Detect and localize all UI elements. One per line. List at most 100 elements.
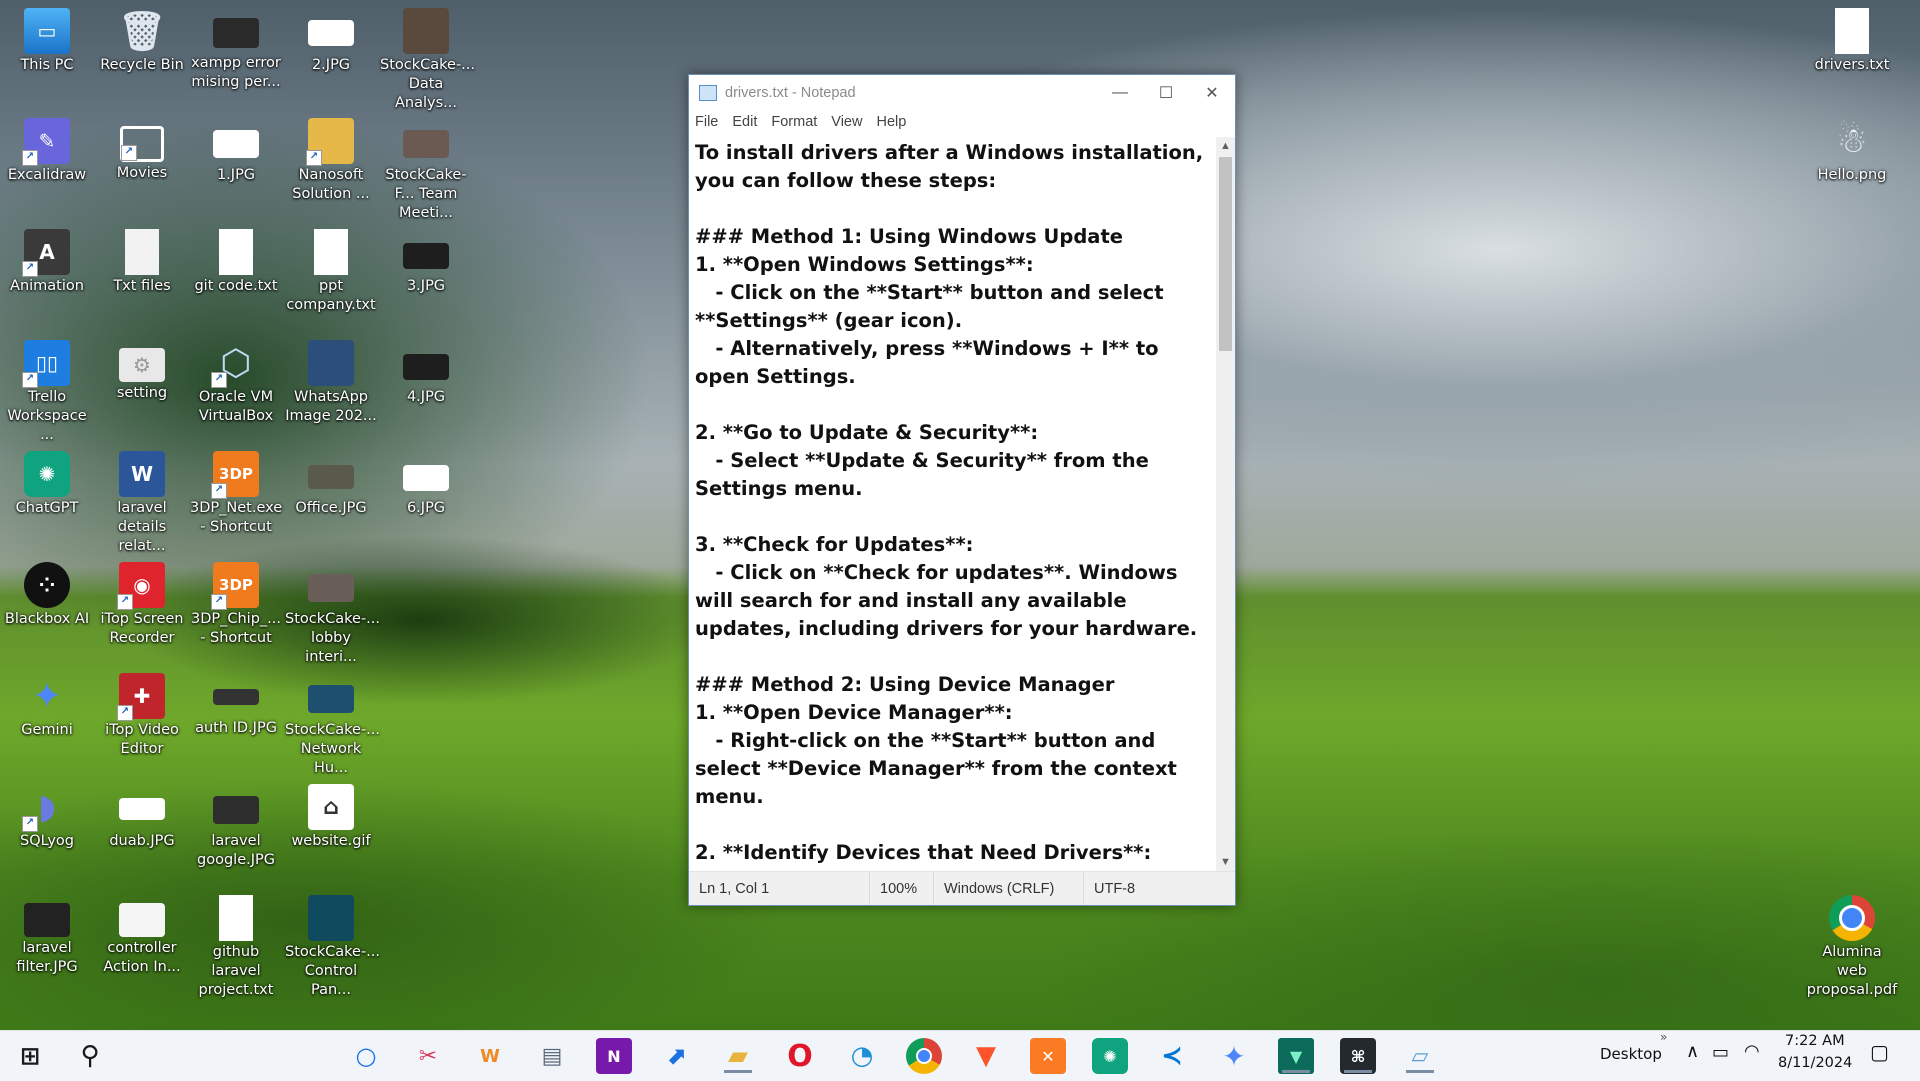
clock-date[interactable]: 8/11/2024 bbox=[1778, 1055, 1852, 1071]
desktop-icon-xampp-error[interactable]: xampp error mising per... bbox=[190, 8, 282, 92]
desktop-icon-auth-id[interactable]: auth ID.JPG bbox=[190, 673, 282, 738]
icon-label: Excalidraw bbox=[7, 167, 87, 183]
desktop-icon-excalidraw[interactable]: ✎ ↗ Excalidraw bbox=[1, 118, 93, 185]
desktop-icon-nanosoft[interactable]: ↗ Nanosoft Solution ... bbox=[285, 118, 377, 204]
toolbar-overflow-chevron[interactable]: » bbox=[1660, 1030, 1667, 1044]
desktop-icon-ppt-company[interactable]: ppt company.txt bbox=[285, 229, 377, 315]
desktop-icon-this-pc[interactable]: ▭ This PC bbox=[1, 8, 93, 75]
text-editor[interactable]: To install drivers after a Windows insta… bbox=[689, 137, 1216, 871]
desktop-icon-itop-video[interactable]: ✚ ↗ iTop Video Editor bbox=[96, 673, 188, 759]
desktop-icon-network-hub[interactable]: StockCake-... Network Hu... bbox=[285, 673, 380, 778]
sqlyog-icon: ◗ ↗ bbox=[22, 784, 70, 832]
desktop-toolbar-label[interactable]: Desktop bbox=[1600, 1045, 1662, 1063]
photos-icon[interactable]: ▤ bbox=[534, 1038, 570, 1074]
chatgpt-taskbar-icon[interactable]: ✺ bbox=[1092, 1038, 1128, 1074]
edge-icon[interactable]: ◔ bbox=[844, 1038, 880, 1074]
desktop-icon-2jpg[interactable]: 2.JPG bbox=[285, 8, 377, 75]
brave-icon[interactable]: ▼ bbox=[968, 1038, 1004, 1074]
menu-view[interactable]: View bbox=[825, 114, 870, 130]
desktop-icon-4jpg[interactable]: 4.JPG bbox=[380, 340, 472, 407]
desktop-icon-data-analysis[interactable]: StockCake-... Data Analys... bbox=[380, 8, 475, 113]
vertical-scrollbar[interactable]: ▲ ▼ bbox=[1216, 137, 1235, 871]
menu-help[interactable]: Help bbox=[870, 114, 914, 130]
desktop-icon-laravel-google[interactable]: laravel google.JPG bbox=[190, 784, 282, 870]
status-zoom: 100% bbox=[869, 872, 933, 905]
desktop-icon-virtualbox[interactable]: ⬡ ↗ Oracle VM VirtualBox bbox=[190, 340, 282, 426]
title-bar[interactable]: drivers.txt - Notepad — ☐ ✕ bbox=[689, 75, 1235, 111]
image-file-icon bbox=[213, 689, 259, 705]
file-explorer-icon[interactable]: ▰ bbox=[720, 1038, 756, 1074]
desktop-icon-3jpg[interactable]: 3.JPG bbox=[380, 229, 472, 296]
image-file-icon bbox=[403, 354, 449, 380]
menu-edit[interactable]: Edit bbox=[726, 114, 765, 130]
close-button[interactable]: ✕ bbox=[1189, 75, 1235, 111]
notepad-app-icon bbox=[699, 85, 717, 101]
desktop-icon-gemini[interactable]: ✦ Gemini bbox=[1, 673, 93, 740]
notepad-taskbar-icon[interactable]: ▱ bbox=[1402, 1038, 1438, 1074]
desktop-icon-hello-png[interactable]: ☃ Hello.png bbox=[1806, 118, 1898, 185]
desktop-icon-txt-files[interactable]: Txt files bbox=[96, 229, 188, 296]
desktop-icon-controller[interactable]: controller Action In... bbox=[96, 895, 188, 977]
desktop-icon-github-laravel[interactable]: github laravel project.txt bbox=[190, 895, 282, 1000]
desktop-icon-setting[interactable]: ⚙ setting bbox=[96, 340, 188, 403]
image-file-icon bbox=[119, 798, 165, 820]
desktop-icon-lobby[interactable]: StockCake-... lobby interi... bbox=[285, 562, 380, 667]
desktop-icon-sqlyog[interactable]: ◗ ↗ SQLyog bbox=[1, 784, 93, 851]
menu-file[interactable]: File bbox=[689, 114, 726, 130]
windows-start-icon[interactable]: ⊞ bbox=[12, 1038, 48, 1074]
wps-office-icon[interactable]: W bbox=[472, 1038, 508, 1074]
desktop-icon-control-panel[interactable]: StockCake-... Control Pan... bbox=[285, 895, 380, 1000]
maximize-button[interactable]: ☐ bbox=[1143, 75, 1189, 111]
desktop-icon-website-gif[interactable]: ⌂ website.gif bbox=[285, 784, 377, 851]
desktop-icon-recycle-bin[interactable]: 🗑 Recycle Bin bbox=[96, 8, 188, 75]
gemini-taskbar-icon[interactable]: ✦ bbox=[1216, 1038, 1252, 1074]
notification-center-icon[interactable]: ▢ bbox=[1870, 1040, 1889, 1064]
text-file-icon bbox=[1835, 8, 1869, 54]
desktop-icon-3dp-net[interactable]: 3DP ↗ 3DP_Net.exe - Shortcut bbox=[190, 451, 282, 537]
desktop-icon-drivers-txt[interactable]: drivers.txt bbox=[1806, 8, 1898, 75]
desktop-icon-3dp-chip[interactable]: 3DP ↗ 3DP_Chip_... - Shortcut bbox=[190, 562, 282, 648]
desktop-icon-trello[interactable]: ▯▯ ↗ Trello Workspace ... bbox=[1, 340, 93, 445]
onenote-icon[interactable]: N bbox=[596, 1038, 632, 1074]
desktop-icon-blackbox[interactable]: ⁘ Blackbox AI bbox=[1, 562, 93, 629]
desktop-icon-alumina-pdf[interactable]: Alumina web proposal.pdf bbox=[1806, 895, 1898, 1000]
jira-icon[interactable]: ⬈ bbox=[658, 1038, 694, 1074]
status-encoding: UTF-8 bbox=[1083, 872, 1233, 905]
desktop-icon-duab[interactable]: duab.JPG bbox=[96, 784, 188, 851]
desktop-icon-office[interactable]: Office.JPG bbox=[285, 451, 377, 518]
vscode-icon[interactable]: ≺ bbox=[1154, 1038, 1190, 1074]
battery-icon[interactable]: ▭ bbox=[1712, 1042, 1729, 1063]
scroll-up-arrow-icon[interactable]: ▲ bbox=[1216, 137, 1235, 155]
notepad-window[interactable]: drivers.txt - Notepad — ☐ ✕ File Edit Fo… bbox=[688, 74, 1236, 906]
desktop-icon-6jpg[interactable]: 6.JPG bbox=[380, 451, 472, 518]
github-desktop-icon[interactable]: ⌘ bbox=[1340, 1038, 1376, 1074]
desktop-icon-laravel-filter[interactable]: laravel filter.JPG bbox=[1, 895, 93, 977]
itop-recorder-icon: ◉ ↗ bbox=[117, 562, 165, 610]
hidden-icons-chevron-icon[interactable]: ∧ bbox=[1686, 1041, 1699, 1062]
search-icon[interactable]: ⚲ bbox=[72, 1038, 108, 1074]
chrome-icon[interactable] bbox=[906, 1038, 942, 1074]
clock-time[interactable]: 7:22 AM bbox=[1785, 1033, 1845, 1049]
icon-label: ChatGPT bbox=[15, 500, 79, 516]
scroll-down-arrow-icon[interactable]: ▼ bbox=[1216, 853, 1235, 871]
menu-format[interactable]: Format bbox=[765, 114, 825, 130]
desktop-icon-team-meeting[interactable]: StockCake-F... Team Meeti... bbox=[380, 118, 472, 223]
desktop-icon-whatsapp-image[interactable]: WhatsApp Image 202... bbox=[285, 340, 377, 426]
xampp-icon[interactable]: ✕ bbox=[1030, 1038, 1066, 1074]
desktop-icon-git-code[interactable]: git code.txt bbox=[190, 229, 282, 296]
minimize-button[interactable]: — bbox=[1097, 75, 1143, 111]
opera-icon[interactable]: O bbox=[782, 1038, 818, 1074]
desktop-icon-1jpg[interactable]: 1.JPG bbox=[190, 118, 282, 185]
desktop-icon-chatgpt[interactable]: ✺ ChatGPT bbox=[1, 451, 93, 518]
cortana-icon[interactable]: ○ bbox=[348, 1038, 384, 1074]
desktop-icon-movies[interactable]: ↗ Movies bbox=[96, 118, 188, 183]
desktop-icon-laravel-details[interactable]: W laravel details relat... bbox=[96, 451, 188, 556]
wifi-icon[interactable]: ◠ bbox=[1744, 1041, 1760, 1062]
chrome-pdf-icon bbox=[1829, 895, 1875, 941]
icon-label: Hello.png bbox=[1817, 167, 1887, 183]
vue-icon[interactable]: ▼ bbox=[1278, 1038, 1314, 1074]
desktop-icon-animation[interactable]: A ↗ Animation bbox=[1, 229, 93, 296]
desktop-icon-itop-recorder[interactable]: ◉ ↗ iTop Screen Recorder bbox=[96, 562, 188, 648]
scrollbar-thumb[interactable] bbox=[1219, 157, 1232, 351]
snipping-tool-icon[interactable]: ✂ bbox=[410, 1038, 446, 1074]
